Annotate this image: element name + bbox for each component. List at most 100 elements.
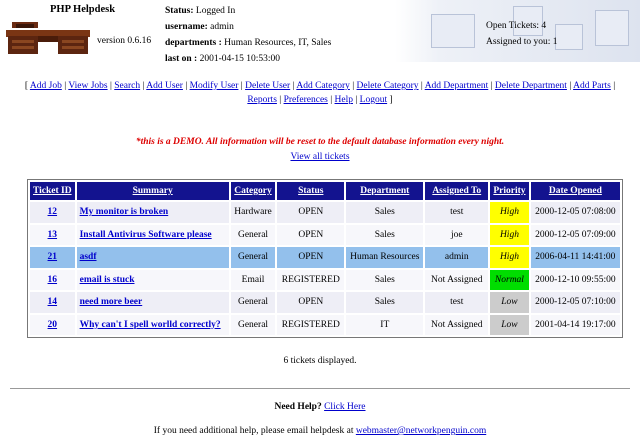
nav-add-user[interactable]: Add User <box>146 81 183 91</box>
status-label: Status: <box>165 6 194 16</box>
nav-help[interactable]: Help <box>335 95 353 105</box>
divider <box>10 388 630 389</box>
assigned-to-cell: joe <box>425 224 489 245</box>
date-opened-cell: 2006-04-11 14:41:00 <box>530 247 620 268</box>
date-opened-cell: 2000-12-05 07:09:00 <box>530 224 620 245</box>
col-priority[interactable]: Priority <box>490 182 529 200</box>
table-row: 20 Why can't I spell worlld correctly? Gen… <box>30 314 620 335</box>
category-cell: General <box>230 314 276 335</box>
nav-search[interactable]: Search <box>114 81 140 91</box>
category-cell: General <box>230 224 276 245</box>
col-assigned-to[interactable]: Assigned To <box>425 182 489 200</box>
category-cell: Email <box>230 269 276 290</box>
summary-link[interactable]: asdf <box>80 252 97 262</box>
department-cell: Sales <box>346 269 424 290</box>
nav-logout[interactable]: Logout <box>360 95 387 105</box>
nav-delete-department[interactable]: Delete Department <box>495 81 567 91</box>
main-nav: [ Add Job | View Jobs | Search | Add Use… <box>24 81 616 105</box>
summary-link[interactable]: My monitor is broken <box>80 207 169 217</box>
nav-modify-user[interactable]: Modify User <box>190 81 239 91</box>
col-date-opened[interactable]: Date Opened <box>530 182 620 200</box>
department-cell: IT <box>346 314 424 335</box>
col-ticket-id[interactable]: Ticket ID <box>30 182 75 200</box>
assigned-to-cell: Not Assigned <box>425 314 489 335</box>
priority-cell: Normal <box>490 269 529 290</box>
status-cell: OPEN <box>277 292 345 313</box>
table-row: 13 Install Antivirus Software please Gener… <box>30 224 620 245</box>
date-opened-cell: 2000-12-05 07:08:00 <box>530 202 620 223</box>
date-opened-cell: 2000-12-10 09:55:00 <box>530 269 620 290</box>
last-on-value: 2001-04-15 10:53:00 <box>199 54 281 64</box>
version-text: version 0.6.16 <box>97 36 152 46</box>
nav-add-category[interactable]: Add Category <box>296 81 350 91</box>
status-cell: REGISTERED <box>277 314 345 335</box>
nav-add-department[interactable]: Add Department <box>425 81 489 91</box>
desk-logo-icon <box>6 22 90 54</box>
date-opened-cell: 2000-12-05 07:10:00 <box>530 292 620 313</box>
nav-preferences[interactable]: Preferences <box>284 95 328 105</box>
nav-add-parts[interactable]: Add Parts <box>573 81 611 91</box>
ticket-id-link[interactable]: 13 <box>48 230 58 240</box>
nav-reports[interactable]: Reports <box>247 95 277 105</box>
assigned-to-cell: Not Assigned <box>425 269 489 290</box>
category-cell: General <box>230 292 276 313</box>
email-help-text: If you need additional help, please emai… <box>153 426 354 436</box>
department-cell: Sales <box>346 224 424 245</box>
status-cell: OPEN <box>277 202 345 223</box>
table-row: 16 email is stuck Email REGISTERED Sales Not … <box>30 269 620 290</box>
ticket-id-link[interactable]: 16 <box>48 275 58 285</box>
priority-cell: Low <box>490 314 529 335</box>
departments-label: departments : <box>165 38 222 48</box>
col-summary[interactable]: Summary <box>76 182 229 200</box>
ticket-id-link[interactable]: 21 <box>48 252 58 262</box>
header: PHP Helpdesk version 0.6.16 Status: Logg… <box>0 0 640 64</box>
ticket-id-link[interactable]: 12 <box>48 207 58 217</box>
assigned-to-you-count: Assigned to you: 1 <box>486 37 558 47</box>
category-cell: General <box>230 247 276 268</box>
open-tickets-count: Open Tickets: 4 <box>486 21 547 31</box>
email-link[interactable]: webmaster@networkpenguin.com <box>356 426 486 436</box>
assigned-to-cell: admin <box>425 247 489 268</box>
col-category[interactable]: Category <box>230 182 276 200</box>
ticket-id-link[interactable]: 20 <box>48 320 58 330</box>
status-cell: OPEN <box>277 247 345 268</box>
ticket-id-link[interactable]: 14 <box>48 297 58 307</box>
assigned-to-cell: test <box>425 292 489 313</box>
col-department[interactable]: Department <box>346 182 424 200</box>
department-cell: Sales <box>346 292 424 313</box>
email-help-line: If you need additional help, please emai… <box>0 426 640 436</box>
tickets-count: 6 tickets displayed. <box>283 356 357 366</box>
nav-delete-category[interactable]: Delete Category <box>357 81 419 91</box>
username-value: admin <box>210 22 234 32</box>
priority-cell: High <box>490 202 529 223</box>
summary-link[interactable]: Install Antivirus Software please <box>80 230 212 240</box>
table-row: 21 asdf General OPEN Human Resources admin Hig… <box>30 247 620 268</box>
click-here-link[interactable]: Click Here <box>324 402 365 412</box>
view-all-tickets-link[interactable]: View all tickets <box>290 152 349 162</box>
table-header-row: Ticket ID Summary Category Status Depart… <box>30 182 620 200</box>
need-help-label: Need Help? <box>274 402 322 412</box>
department-cell: Human Resources <box>346 247 424 268</box>
table-row: 14 need more beer General OPEN Sales test Low 2… <box>30 292 620 313</box>
last-on-label: last on : <box>165 54 198 64</box>
priority-cell: High <box>490 224 529 245</box>
user-status-block: Status: Logged In username: admin depart… <box>165 3 331 67</box>
ticket-summary: Open Tickets: 4 Assigned to you: 1 <box>486 18 558 50</box>
status-value: Logged In <box>195 6 236 16</box>
nav-add-job[interactable]: Add Job <box>30 81 62 91</box>
status-cell: OPEN <box>277 224 345 245</box>
summary-link[interactable]: need more beer <box>80 297 143 307</box>
departments-value: Human Resources, IT, Sales <box>224 38 332 48</box>
date-opened-cell: 2001-04-14 19:17:00 <box>530 314 620 335</box>
assigned-to-cell: test <box>425 202 489 223</box>
summary-link[interactable]: Why can't I spell worlld correctly? <box>80 320 221 330</box>
table-row: 12 My monitor is broken Hardware OPEN Sales t… <box>30 202 620 223</box>
nav-delete-user[interactable]: Delete User <box>245 81 290 91</box>
priority-cell: Low <box>490 292 529 313</box>
need-help-line: Need Help? Click Here <box>0 402 640 412</box>
priority-cell: High <box>490 247 529 268</box>
department-cell: Sales <box>346 202 424 223</box>
nav-view-jobs[interactable]: View Jobs <box>68 81 107 91</box>
summary-link[interactable]: email is stuck <box>80 275 135 285</box>
col-status[interactable]: Status <box>277 182 345 200</box>
